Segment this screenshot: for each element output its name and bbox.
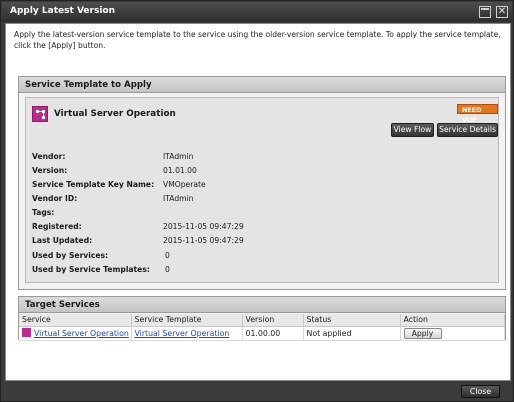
service-template-icon [32, 106, 48, 122]
dialog-title: Apply Latest Version [10, 6, 115, 16]
maximize-icon[interactable] [479, 6, 491, 18]
key-name-label: Service Template Key Name: [32, 180, 155, 189]
version-cell: 01.00.00 [242, 326, 304, 341]
vendor-label: Vendor: [32, 152, 66, 161]
vendor-id-label: Vendor ID: [32, 194, 78, 203]
table-header-row: Service Service Template Version Status … [19, 314, 505, 327]
tags-label: Tags: [32, 208, 55, 217]
column-header-action[interactable]: Action [400, 314, 505, 327]
status-cell: Not applied [303, 326, 401, 341]
key-name-value: VMOperate [163, 180, 206, 189]
need-vup-badge: NEED VUP [457, 104, 498, 124]
vendor-value: ITAdmin [163, 152, 194, 161]
table-row: Virtual Server Operation Virtual Server … [19, 326, 505, 341]
column-header-service[interactable]: Service [19, 314, 132, 327]
service-link[interactable]: Virtual Server Operation [34, 329, 129, 338]
column-header-service-template[interactable]: Service Template [131, 314, 243, 327]
used-by-services-value: 0 [165, 251, 170, 260]
last-updated-label: Last Updated: [32, 236, 93, 245]
action-cell: Apply [400, 326, 505, 341]
service-template-cell: Virtual Server Operation [131, 326, 243, 341]
view-flow-button[interactable]: View Flow [391, 123, 434, 137]
target-services-panel: Target Services Service Service Template… [18, 296, 506, 341]
close-icon[interactable]: ✕ [496, 6, 508, 18]
version-label: Version: [32, 166, 68, 175]
service-template-panel: Service Template to Apply Virtual Server… [18, 76, 506, 290]
dialog-content: Apply the latest-version service templat… [5, 23, 511, 381]
service-template-icon [22, 328, 31, 337]
service-template-link[interactable]: Virtual Server Operation [135, 329, 230, 338]
used-by-templates-value: 0 [165, 265, 170, 274]
dialog-footer: Close [2, 382, 512, 401]
used-by-services-label: Used by Services: [32, 251, 109, 260]
intro-text: Apply the latest-version service templat… [14, 30, 501, 50]
close-button[interactable]: Close [461, 385, 500, 398]
target-services-table: Service Service Template Version Status … [19, 314, 505, 341]
apply-button[interactable]: Apply [403, 327, 442, 339]
registered-value: 2015-11-05 09:47:29 [163, 222, 244, 231]
service-details-button[interactable]: Service Details [437, 123, 498, 137]
column-header-status[interactable]: Status [303, 314, 401, 327]
template-details-box: Virtual Server Operation NEED VUP View F… [25, 97, 499, 283]
registered-label: Registered: [32, 222, 82, 231]
used-by-templates-label: Used by Service Templates: [32, 265, 150, 274]
title-bar[interactable]: Apply Latest Version ✕ [2, 2, 512, 22]
service-cell: Virtual Server Operation [19, 326, 132, 341]
last-updated-value: 2015-11-05 09:47:29 [163, 236, 244, 245]
vendor-id-value: ITAdmin [163, 194, 194, 203]
dialog-window: Apply Latest Version ✕ Apply the latest-… [0, 0, 514, 402]
panel-heading-targets: Target Services [19, 297, 505, 313]
panel-heading-template: Service Template to Apply [19, 77, 505, 93]
service-template-name: Virtual Server Operation [54, 109, 176, 119]
column-header-version[interactable]: Version [242, 314, 304, 327]
version-value: 01.01.00 [163, 166, 197, 175]
